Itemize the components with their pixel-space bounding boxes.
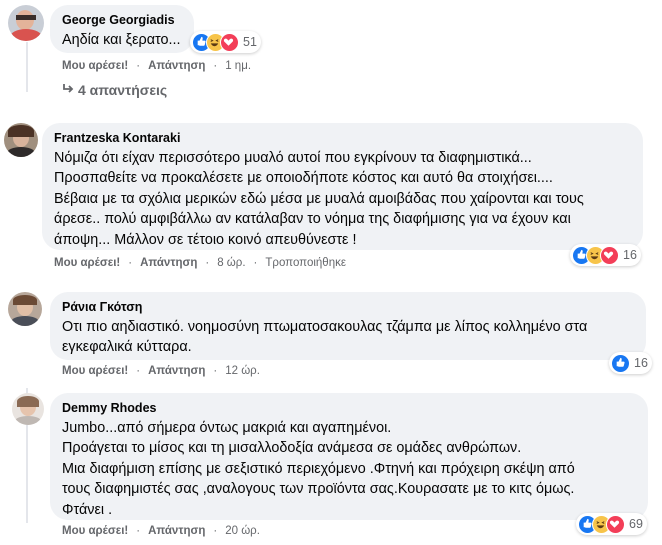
avatar[interactable] <box>8 5 44 41</box>
comment-actions: Μου αρέσει! · Απάντηση · 8 ώρ. · Τροποποιήθηκε <box>54 257 346 269</box>
comment-text: Φτάνει . <box>62 502 113 518</box>
reaction-count: 16 <box>623 248 637 262</box>
like-button[interactable]: Μου αρέσει! <box>62 60 128 72</box>
comment-text: Οτι πιο αηδιαστικό. νοημοσύνη πτωματοσακ… <box>62 319 588 335</box>
comment-text: τους διαφημιστές σας ,αναλογους των προϊ… <box>62 481 575 497</box>
timestamp[interactable]: 12 ώρ. <box>225 365 260 377</box>
comment-text: Νόμιζα ότι είχαν περισσότερο μυαλό αυτοί… <box>54 150 532 166</box>
like-button[interactable]: Μου αρέσει! <box>62 365 128 377</box>
reaction-summary[interactable]: 51 <box>190 31 261 53</box>
comment-text: Jumbo...από σήμερα όντως μακριά και αγαπ… <box>62 420 392 436</box>
reply-count-label: 4 απαντήσεις <box>78 82 168 98</box>
comment-text: άρεσε.. πολύ αμφιβάλλω αν κατάλαβαν το ν… <box>54 211 571 227</box>
timestamp[interactable]: 20 ώρ. <box>225 525 260 537</box>
reaction-count: 69 <box>629 517 643 531</box>
edited-label[interactable]: Τροποποιήθηκε <box>265 257 346 269</box>
reply-arrow-icon <box>62 82 78 98</box>
reaction-summary[interactable]: 69 <box>576 513 647 535</box>
comment-text: Προάγεται το μίσος και τη μισαλλοδοξία α… <box>62 440 522 456</box>
comment-author[interactable]: Demmy Rhodes <box>62 401 156 415</box>
like-icon <box>611 353 630 373</box>
comment-text: εγκεφαλικά κύτταρα. <box>62 339 192 355</box>
reaction-count: 16 <box>634 356 648 370</box>
avatar[interactable] <box>4 123 38 157</box>
timestamp[interactable]: 8 ώρ. <box>217 257 245 269</box>
comment-author[interactable]: George Georgiadis <box>62 13 175 27</box>
reply-button[interactable]: Απάντηση <box>140 257 197 269</box>
avatar[interactable] <box>8 292 42 326</box>
reply-button[interactable]: Απάντηση <box>148 60 205 72</box>
love-icon <box>600 245 619 265</box>
comment-author[interactable]: Ράνια Γκότση <box>62 300 142 314</box>
like-button[interactable]: Μου αρέσει! <box>62 525 128 537</box>
comment-author[interactable]: Frantzeska Kontaraki <box>54 131 180 145</box>
reaction-count: 51 <box>243 35 257 49</box>
comment-actions: Μου αρέσει! · Απάντηση · 12 ώρ. <box>62 365 260 377</box>
comment-actions: Μου αρέσει! · Απάντηση · 1 ημ. <box>62 60 252 72</box>
love-icon <box>606 514 625 534</box>
comment-text: Μια διαφήμιση επίσης με σεξιστικό περιεχ… <box>62 461 575 477</box>
comment-text: Προσπαθείτε να προκαλέσετε με οποιοδήποτ… <box>54 170 553 186</box>
reply-button[interactable]: Απάντηση <box>148 365 205 377</box>
view-replies-link[interactable]: 4 απαντήσεις <box>62 82 167 98</box>
avatar[interactable] <box>12 393 44 425</box>
comment-text: Βέβαια με τα σχόλια μερικών εδώ μέσα με … <box>54 191 584 207</box>
reply-button[interactable]: Απάντηση <box>148 525 205 537</box>
thread-line <box>26 42 28 92</box>
timestamp[interactable]: 1 ημ. <box>225 60 251 72</box>
like-button[interactable]: Μου αρέσει! <box>54 257 120 269</box>
comment-actions: Μου αρέσει! · Απάντηση · 20 ώρ. <box>62 525 260 537</box>
reaction-summary[interactable]: 16 <box>609 352 652 374</box>
comment-text: Αηδία και ξερατο... <box>62 32 181 48</box>
reaction-summary[interactable]: 16 <box>570 244 641 266</box>
love-icon <box>220 32 239 52</box>
comment-text: άποψη... Μάλλον σε τέτοιο κοινό απευθύνε… <box>54 232 357 248</box>
